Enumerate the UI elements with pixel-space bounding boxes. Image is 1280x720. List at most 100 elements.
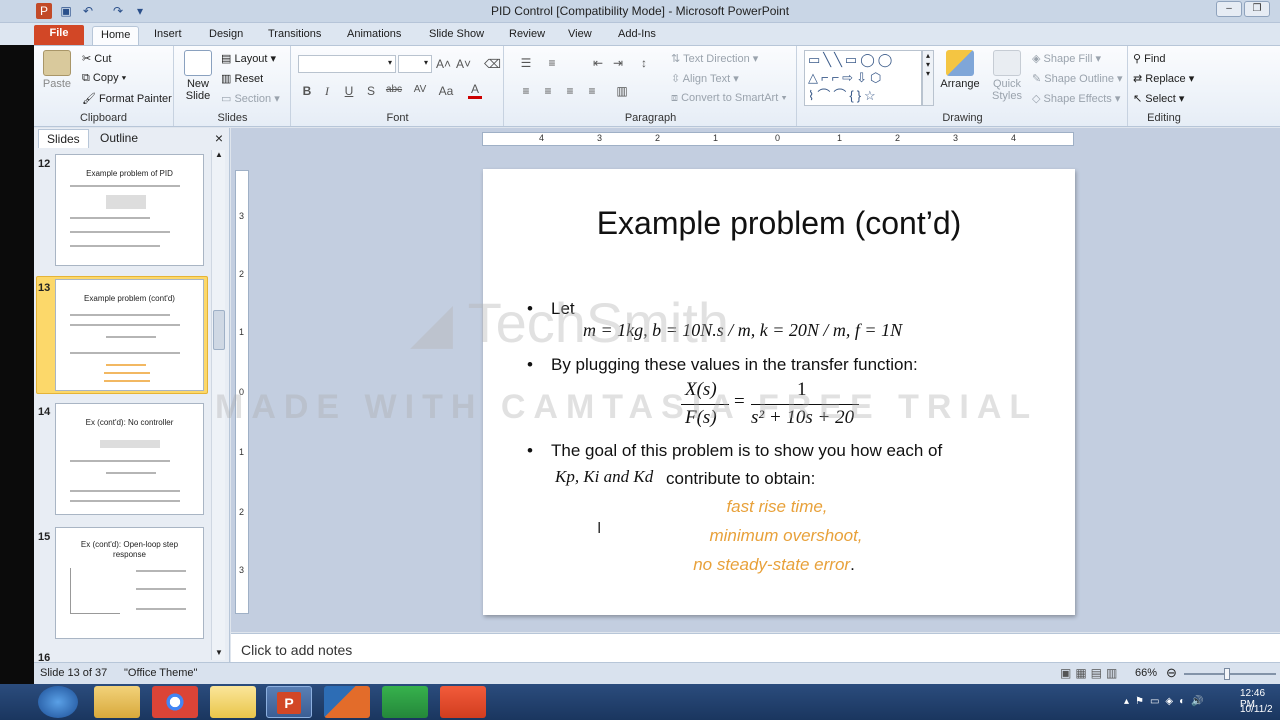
tab-outline[interactable]: Outline <box>92 129 146 148</box>
copy-button[interactable]: ⧉ Copy ▾ <box>82 72 126 85</box>
close-icon[interactable]: × <box>215 130 223 146</box>
paste-button[interactable]: Paste <box>40 50 74 90</box>
bullet-transfer-function[interactable]: By plugging these values in the transfer… <box>551 355 918 375</box>
quick-styles-button[interactable]: Quick Styles <box>986 50 1028 102</box>
slide-thumbnail-14[interactable]: Ex (cont'd): No controller <box>55 403 204 515</box>
clock-date[interactable]: 10/11/2 <box>1240 704 1273 715</box>
grow-font-icon[interactable]: A˄ <box>436 57 451 71</box>
columns-icon[interactable]: ▥ <box>615 84 629 98</box>
zoom-level[interactable]: 66% <box>1135 667 1157 679</box>
italic-button[interactable]: I <box>320 84 334 99</box>
scroll-down-icon[interactable]: ▼ <box>213 648 225 660</box>
align-text-button[interactable]: ⇳ Align Text ▾ <box>671 72 739 85</box>
line-spacing-icon[interactable]: ↕ <box>637 56 651 70</box>
find-button[interactable]: ⚲ Find <box>1133 52 1166 65</box>
brush-icon: 🖌 <box>82 93 100 105</box>
camtasia-recorder-icon[interactable] <box>382 686 428 718</box>
increase-indent-icon[interactable]: ⇥ <box>611 56 625 70</box>
tab-add-ins[interactable]: Add-Ins <box>610 26 664 45</box>
thumbnail-line <box>70 352 180 354</box>
tab-animations[interactable]: Animations <box>339 26 409 45</box>
notes-placeholder[interactable]: Click to add notes <box>241 642 352 658</box>
reset-button[interactable]: ▥ Reset <box>221 72 263 85</box>
goal-no-steady-state-error[interactable]: no steady-state error <box>693 555 850 574</box>
shapes-gallery[interactable]: ▭╲╲▭◯◯ △⌐⌐⇨⇩⬡ ⌇⌒⌒{}☆ <box>804 50 922 106</box>
tab-transitions[interactable]: Transitions <box>260 26 329 45</box>
layout-button[interactable]: ▤ Layout ▾ <box>221 52 276 65</box>
notes-pane[interactable]: Click to add notes <box>231 633 1280 662</box>
replace-button[interactable]: ⇄ Replace ▾ <box>1133 72 1194 85</box>
tab-slides[interactable]: Slides <box>38 129 89 148</box>
scroll-up-icon[interactable]: ▲ <box>213 150 225 162</box>
align-text-icon: ⇳ <box>671 73 683 85</box>
tab-insert[interactable]: Insert <box>146 26 190 45</box>
bullet-goal-continuation[interactable]: contribute to obtain: <box>666 469 815 489</box>
convert-smartart-button[interactable]: ⧈ Convert to SmartArt ▾ <box>671 92 787 105</box>
watermark-logo-text: TechSmith <box>467 291 730 354</box>
powerpoint-taskbar-icon[interactable]: P <box>266 686 312 718</box>
align-left-icon[interactable]: ≡ <box>519 84 533 98</box>
scroll-thumb[interactable] <box>213 310 225 350</box>
new-slide-button[interactable]: New Slide <box>181 50 215 102</box>
section-button[interactable]: ▭ Section ▾ <box>221 92 280 105</box>
select-button[interactable]: ↖ Select ▾ <box>1133 92 1184 105</box>
matlab-icon[interactable] <box>324 686 370 718</box>
slide-thumbnail-15[interactable]: Ex (cont'd): Open-loop step response <box>55 527 204 639</box>
shape-outline-button[interactable]: ✎ Shape Outline ▾ <box>1032 72 1123 85</box>
shape-effects-button[interactable]: ◇ Shape Effects ▾ <box>1032 92 1120 105</box>
zoom-slider-thumb[interactable] <box>1224 668 1230 680</box>
shrink-font-icon[interactable]: A˅ <box>456 57 471 71</box>
font-color-button[interactable]: A <box>468 82 482 99</box>
camtasia-studio-icon[interactable] <box>440 686 486 718</box>
align-center-icon[interactable]: ≡ <box>541 84 555 98</box>
font-size-combo[interactable]: ▾ <box>398 55 432 73</box>
file-explorer-icon[interactable] <box>94 686 140 718</box>
tab-design[interactable]: Design <box>201 26 251 45</box>
text-direction-button[interactable]: ⇅ Text Direction ▾ <box>671 52 758 65</box>
bullets-icon[interactable]: ☰ <box>519 56 533 70</box>
tab-review[interactable]: Review <box>501 26 553 45</box>
horizontal-ruler[interactable]: 4 3 2 1 0 1 2 3 4 <box>482 132 1074 146</box>
strikethrough-button[interactable]: abc <box>384 84 404 95</box>
justify-icon[interactable]: ≡ <box>585 84 599 98</box>
arrange-icon <box>946 50 974 76</box>
align-right-icon[interactable]: ≡ <box>563 84 577 98</box>
gain-variables[interactable]: Kp, Ki and Kd <box>555 467 653 487</box>
shape-fill-button[interactable]: ◈ Shape Fill ▾ <box>1032 52 1101 65</box>
slide-thumbnail-12[interactable]: Example problem of PID <box>55 154 204 266</box>
font-name-combo[interactable]: ▾ <box>298 55 396 73</box>
cut-button[interactable]: ✂ Cut <box>82 52 111 65</box>
start-button[interactable] <box>38 686 78 718</box>
tab-view[interactable]: View <box>560 26 600 45</box>
goal-fast-rise-time[interactable]: fast rise time, <box>483 497 1071 517</box>
view-buttons-icon[interactable]: ▣▦▤▥ <box>1060 666 1121 680</box>
bold-button[interactable]: B <box>300 84 314 98</box>
maximize-button[interactable]: ❐ <box>1244 1 1270 17</box>
format-painter-button[interactable]: 🖌 Format Painter <box>82 92 172 105</box>
system-tray-icons[interactable]: ▴⚑▭◈◐🔊 <box>1124 696 1210 707</box>
shapes-gallery-scroll[interactable]: ▴ ▾ ▾ <box>922 50 934 106</box>
tab-home[interactable]: Home <box>92 26 140 45</box>
zoom-out-icon[interactable]: ⊖ <box>1166 665 1177 681</box>
numbering-icon[interactable]: ≡ <box>545 56 559 70</box>
folder-icon[interactable] <box>210 686 256 718</box>
change-case-button[interactable]: Aa <box>436 84 456 98</box>
tab-file[interactable]: File <box>34 25 84 45</box>
decrease-indent-icon[interactable]: ⇤ <box>591 56 605 70</box>
minimize-button[interactable]: – <box>1216 1 1242 17</box>
slide-thumbnail-13[interactable]: Example problem (cont'd) <box>55 279 204 391</box>
zoom-slider[interactable] <box>1184 668 1276 680</box>
goal-minimum-overshoot[interactable]: minimum overshoot, <box>483 526 1089 546</box>
arrange-button[interactable]: Arrange <box>938 50 982 90</box>
bullet-goal[interactable]: The goal of this problem is to show you … <box>551 441 942 461</box>
chrome-icon[interactable] <box>152 686 198 718</box>
tab-slide-show[interactable]: Slide Show <box>421 26 492 45</box>
shadow-button[interactable]: S <box>364 84 378 98</box>
slide-number: 12 <box>38 158 51 170</box>
thumbnail-line <box>136 588 186 590</box>
character-spacing-button[interactable]: AV <box>410 84 430 95</box>
slide-title[interactable]: Example problem (cont’d) <box>483 205 1075 242</box>
theme-name[interactable]: "Office Theme" <box>124 667 197 679</box>
underline-button[interactable]: U <box>342 84 356 98</box>
clear-formatting-icon[interactable]: ⌫ <box>484 57 501 71</box>
